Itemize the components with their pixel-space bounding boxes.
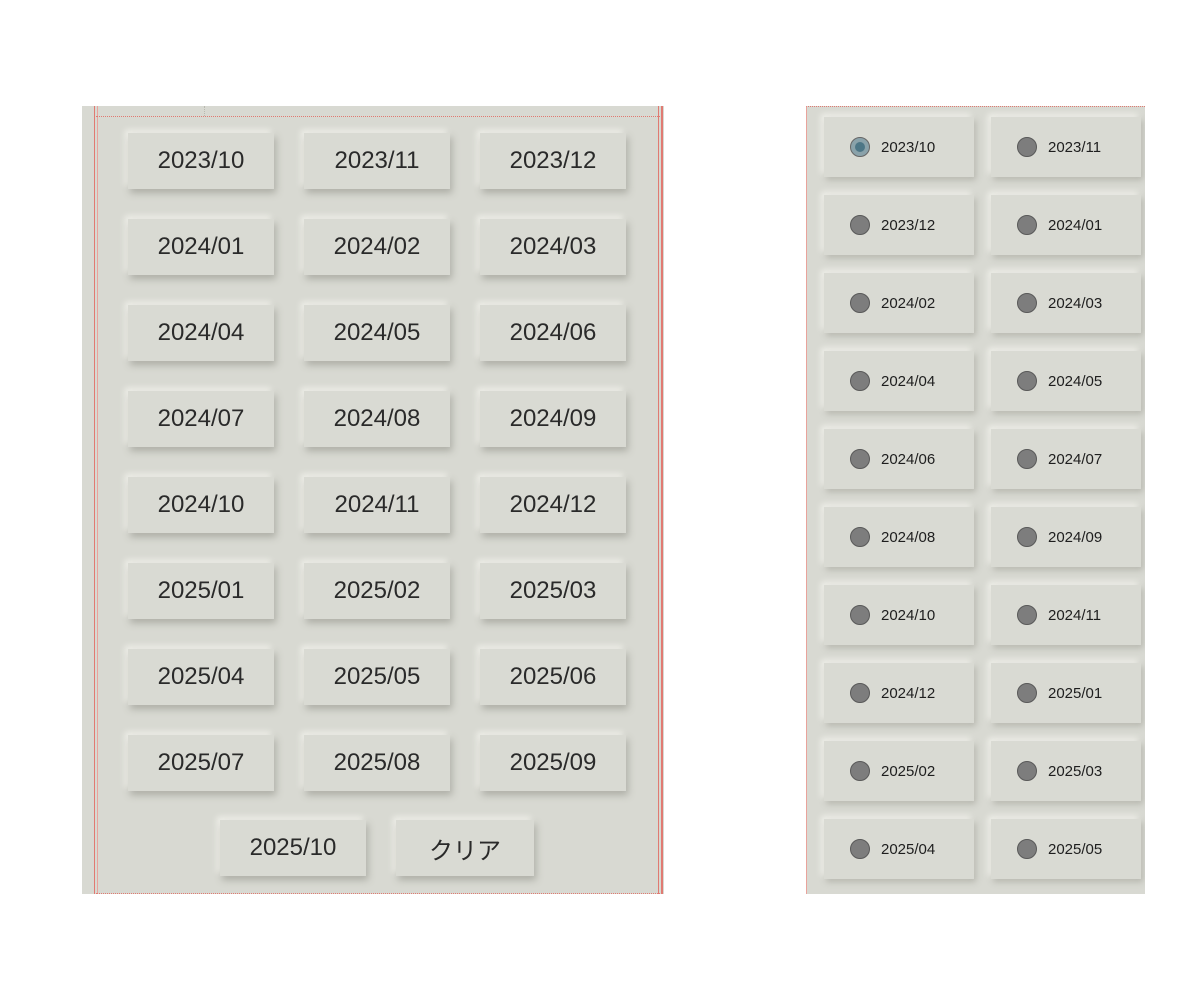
radio-option-2024-05[interactable]: 2024/05: [991, 351, 1141, 411]
month-button-2025-09[interactable]: 2025/09: [480, 735, 626, 791]
radio-option-2025-02[interactable]: 2025/02: [824, 741, 974, 801]
month-button-2023-11[interactable]: 2023/11: [304, 133, 450, 189]
radio-option-label: 2024/11: [1048, 606, 1102, 624]
radio-unchecked-icon[interactable]: [1017, 605, 1037, 625]
radio-option-2024-07[interactable]: 2024/07: [991, 429, 1141, 489]
radio-option-2024-11[interactable]: 2024/11: [991, 585, 1141, 645]
panel-top-guide-line: [96, 116, 660, 117]
month-button-grid: 2023/10 2023/11 2023/12 2024/01 2024/02 2024/…: [128, 133, 626, 791]
radio-option-label: 2025/01: [1048, 684, 1103, 702]
radio-option-label: 2025/04: [881, 840, 936, 858]
month-button-2024-05[interactable]: 2024/05: [304, 305, 450, 361]
radio-option-2024-10[interactable]: 2024/10: [824, 585, 974, 645]
radio-unchecked-icon[interactable]: [1017, 683, 1037, 703]
radio-unchecked-icon[interactable]: [850, 839, 870, 859]
radio-option-2024-06[interactable]: 2024/06: [824, 429, 974, 489]
radio-unchecked-icon[interactable]: [1017, 839, 1037, 859]
panel-right-guide-border: [658, 106, 663, 894]
radio-option-label: 2024/07: [1048, 450, 1103, 468]
radio-option-2025-05[interactable]: 2025/05: [991, 819, 1141, 879]
radio-option-2025-01[interactable]: 2025/01: [991, 663, 1141, 723]
month-button-bottom-row: 2025/10 クリア: [220, 820, 534, 876]
radio-unchecked-icon[interactable]: [1017, 293, 1037, 313]
month-button-2024-09[interactable]: 2024/09: [480, 391, 626, 447]
month-radio-grid: 2023/10 2023/11 2023/12 2024/01 2024/02 2024/…: [824, 117, 1141, 879]
radio-option-label: 2024/12: [881, 684, 936, 702]
radio-unchecked-icon[interactable]: [1017, 215, 1037, 235]
radio-option-label: 2024/03: [1048, 294, 1103, 312]
radio-option-label: 2024/05: [1048, 372, 1103, 390]
month-button-2024-06[interactable]: 2024/06: [480, 305, 626, 361]
radio-option-label: 2023/12: [881, 216, 936, 234]
radio-option-2024-12[interactable]: 2024/12: [824, 663, 974, 723]
month-button-2024-04[interactable]: 2024/04: [128, 305, 274, 361]
month-button-panel: 2023/10 2023/11 2023/12 2024/01 2024/02 2024/…: [82, 106, 664, 894]
panel-left-guide-border: [94, 106, 98, 894]
month-button-2025-02[interactable]: 2025/02: [304, 563, 450, 619]
radio-option-label: 2024/04: [881, 372, 936, 390]
month-button-2024-01[interactable]: 2024/01: [128, 219, 274, 275]
radio-unchecked-icon[interactable]: [850, 449, 870, 469]
radio-option-label: 2024/08: [881, 528, 936, 546]
month-button-2024-08[interactable]: 2024/08: [304, 391, 450, 447]
radio-unchecked-icon[interactable]: [850, 371, 870, 391]
radio-option-label: 2023/10: [881, 138, 936, 156]
radio-unchecked-icon[interactable]: [850, 683, 870, 703]
radio-option-2024-08[interactable]: 2024/08: [824, 507, 974, 567]
month-button-2024-07[interactable]: 2024/07: [128, 391, 274, 447]
radio-unchecked-icon[interactable]: [850, 761, 870, 781]
radio-unchecked-icon[interactable]: [1017, 449, 1037, 469]
radio-option-label: 2024/06: [881, 450, 936, 468]
month-button-2025-10[interactable]: 2025/10: [220, 820, 366, 876]
month-button-2024-02[interactable]: 2024/02: [304, 219, 450, 275]
panel-bottom-guide-line: [96, 893, 660, 894]
month-button-2023-10[interactable]: 2023/10: [128, 133, 274, 189]
radio-option-2024-01[interactable]: 2024/01: [991, 195, 1141, 255]
radio-option-label: 2025/03: [1048, 762, 1103, 780]
month-button-2025-01[interactable]: 2025/01: [128, 563, 274, 619]
radio-option-2024-09[interactable]: 2024/09: [991, 507, 1141, 567]
radio-option-2023-10[interactable]: 2023/10: [824, 117, 974, 177]
month-button-2025-07[interactable]: 2025/07: [128, 735, 274, 791]
month-button-2025-05[interactable]: 2025/05: [304, 649, 450, 705]
month-radio-panel: 2023/10 2023/11 2023/12 2024/01 2024/02 2024/…: [806, 106, 1145, 894]
month-button-2024-12[interactable]: 2024/12: [480, 477, 626, 533]
month-button-2025-08[interactable]: 2025/08: [304, 735, 450, 791]
radio-checked-icon[interactable]: [850, 137, 870, 157]
radio-option-label: 2024/10: [881, 606, 936, 624]
radio-unchecked-icon[interactable]: [1017, 371, 1037, 391]
month-button-2025-03[interactable]: 2025/03: [480, 563, 626, 619]
radio-unchecked-icon[interactable]: [850, 605, 870, 625]
month-button-2024-11[interactable]: 2024/11: [304, 477, 450, 533]
panel-tab-stub: [98, 106, 205, 116]
radio-unchecked-icon[interactable]: [1017, 761, 1037, 781]
radio-option-2025-04[interactable]: 2025/04: [824, 819, 974, 879]
radio-option-2023-12[interactable]: 2023/12: [824, 195, 974, 255]
month-button-2024-03[interactable]: 2024/03: [480, 219, 626, 275]
radio-unchecked-icon[interactable]: [850, 527, 870, 547]
radio-option-label: 2024/09: [1048, 528, 1103, 546]
radio-option-label: 2023/11: [1048, 138, 1102, 156]
month-button-2025-06[interactable]: 2025/06: [480, 649, 626, 705]
clear-button[interactable]: クリア: [396, 820, 534, 876]
radio-option-label: 2025/02: [881, 762, 936, 780]
radio-option-label: 2024/01: [1048, 216, 1103, 234]
month-button-2024-10[interactable]: 2024/10: [128, 477, 274, 533]
radio-unchecked-icon[interactable]: [1017, 137, 1037, 157]
month-button-2023-12[interactable]: 2023/12: [480, 133, 626, 189]
radio-unchecked-icon[interactable]: [850, 293, 870, 313]
radio-option-2023-11[interactable]: 2023/11: [991, 117, 1141, 177]
radio-option-2024-04[interactable]: 2024/04: [824, 351, 974, 411]
radio-option-2024-03[interactable]: 2024/03: [991, 273, 1141, 333]
radio-unchecked-icon[interactable]: [1017, 527, 1037, 547]
radio-unchecked-icon[interactable]: [850, 215, 870, 235]
radio-option-label: 2024/02: [881, 294, 936, 312]
radio-option-2025-03[interactable]: 2025/03: [991, 741, 1141, 801]
radio-option-2024-02[interactable]: 2024/02: [824, 273, 974, 333]
radio-option-label: 2025/05: [1048, 840, 1103, 858]
month-button-2025-04[interactable]: 2025/04: [128, 649, 274, 705]
